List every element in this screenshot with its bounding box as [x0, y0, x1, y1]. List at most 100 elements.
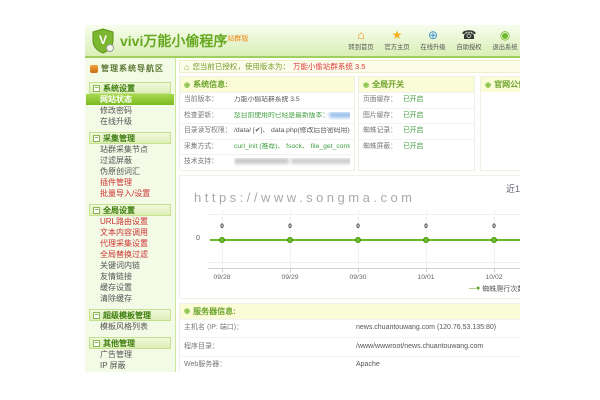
collapse-icon[interactable]: − — [93, 312, 100, 319]
section-other-management[interactable]: −其他管理 — [89, 337, 171, 349]
table-row: 检查更新：您目前使用的已经是最新版本： — [180, 108, 354, 124]
sidebar-item-text-content[interactable]: 文本内容调用 — [85, 227, 175, 238]
sidebar-item-filter-block[interactable]: 过滤屏蔽 — [85, 155, 175, 166]
collapse-icon[interactable]: − — [93, 207, 100, 214]
axis-tick — [494, 268, 495, 272]
x-tick-label: 10/02 — [485, 274, 502, 281]
admin-app-window: V vivi万能小偷程序站群版 ⌂ 转到首页 ★ 官方主页 ⊕ 在线升级 ☎ 自… — [85, 25, 520, 372]
row-value: curl_init (推荐)、 fsock、 file_get_contents — [234, 143, 350, 152]
legend-label: 蜘蛛爬行次数 — [482, 284, 520, 294]
toggle-page-cache[interactable]: 已开启 — [403, 96, 423, 105]
sidebar-item-online-upgrade[interactable]: 在线升级 — [85, 116, 175, 127]
sidebar-item-site-status[interactable]: 网站状态 — [86, 94, 174, 105]
x-tick-label: 10/01 — [417, 274, 434, 281]
toggle-spider-log[interactable]: 已开启 — [403, 127, 423, 136]
nav-upgrade-label: 在线升级 — [417, 43, 449, 52]
section-global-settings[interactable]: −全局设置 — [89, 204, 171, 216]
row-value: /www/wwwroot/news.chuantouwang.com — [356, 343, 483, 352]
row-label: 图片缓存： — [363, 112, 403, 121]
sidebar-item-ad-management[interactable]: 广告管理 — [85, 349, 175, 360]
system-info-header: ◉系统信息: — [180, 77, 354, 92]
gridline — [208, 214, 520, 215]
header-nav: ⌂ 转到首页 ★ 官方主页 ⊕ 在线升级 ☎ 自助授权 ◉ 退出系统 — [343, 28, 520, 52]
bullet-icon: ◉ — [363, 81, 369, 89]
toggle-spider-block[interactable]: 已开启 — [403, 143, 423, 152]
y-axis-zero-label: 0 — [196, 235, 200, 242]
announcement-title: 官网公告 — [494, 79, 520, 90]
nav-home-label: 转到首页 — [345, 43, 377, 52]
row-label: 技术支持： — [184, 158, 234, 167]
sidebar-item-clear-cache[interactable]: 清除缓存 — [85, 293, 175, 304]
row-label: 主机名 (IP: 端口)： — [184, 324, 356, 333]
row-value: 您目前使用的已经是最新版本： — [234, 112, 350, 121]
redacted-text — [329, 112, 350, 118]
sidebar-item-template-styles[interactable]: 模板风格列表 — [85, 321, 175, 332]
table-row: 图片缓存：已开启 — [359, 108, 474, 124]
auth-version-text: 万能小偷站群系统 3.5 — [293, 61, 366, 72]
section-label: 系统设置 — [103, 83, 135, 94]
sidebar-item-ip-block[interactable]: IP 屏蔽 — [85, 360, 175, 371]
sidebar-item-global-replace[interactable]: 全局替换过滤 — [85, 249, 175, 260]
point-dot — [287, 237, 293, 243]
row-label: 蜘蛛屏蔽： — [363, 143, 403, 152]
sidebar-item-keyword-links[interactable]: 关键词内链 — [85, 260, 175, 271]
nav-home[interactable]: ⌂ 转到首页 — [343, 28, 379, 52]
table-row: 目录读写权限：/data/ [✔]、 data.php(修改后台密码用) [✔]… — [180, 123, 354, 139]
redacted-text — [291, 158, 350, 164]
point-dot — [355, 237, 361, 243]
system-info-title: 系统信息: — [193, 79, 228, 90]
globe-icon: ⊕ — [415, 28, 451, 42]
table-row: 采集方式：curl_init (推荐)、 fsock、 file_get_con… — [180, 139, 354, 155]
x-tick-label: 09/30 — [349, 274, 366, 281]
row-value: /data/ [✔]、 data.php(修改后台密码用) [✔]、 根目录(在… — [234, 127, 350, 136]
section-collect-management[interactable]: −采集管理 — [89, 132, 171, 144]
sidebar-item-spider-block[interactable]: 蜘蛛屏蔽 — [85, 371, 175, 372]
auth-status-bar: ⌂ 您当前已授权，使用版本为：万能小偷站群系统 3.5 — [179, 60, 520, 73]
rss-icon: ◉ — [487, 28, 520, 42]
sidebar-item-proxy-collect[interactable]: 代理采集设置 — [85, 238, 175, 249]
axis-tick — [290, 268, 291, 272]
point-value: 0 — [220, 223, 224, 230]
collapse-icon[interactable]: − — [93, 85, 100, 92]
system-info-panel: ◉系统信息: 当前版本：万能小偷站群系统 3.5 检查更新：您目前使用的已经是最… — [179, 76, 355, 171]
toggle-image-cache[interactable]: 已开启 — [403, 112, 423, 121]
announcement-panel: ◉官网公告 — [480, 76, 520, 171]
row-label: 页面缓存： — [363, 96, 403, 105]
chart-legend: —●蜘蛛爬行次数 — [469, 284, 520, 294]
sidebar-item-pseudo-original[interactable]: 伪原创词汇 — [85, 166, 175, 177]
section-label: 采集管理 — [103, 133, 135, 144]
sidebar-item-collect-nodes[interactable]: 站群采集节点 — [85, 144, 175, 155]
phone-icon: ☎ — [451, 28, 487, 42]
axis-tick — [222, 268, 223, 272]
sidebar-item-change-password[interactable]: 修改密码 — [85, 105, 175, 116]
app-title: vivi万能小偷程序站群版 — [120, 31, 248, 51]
row-label: 当前版本： — [184, 96, 234, 105]
section-system-settings[interactable]: −系统设置 — [89, 82, 171, 94]
section-template-management[interactable]: −超级模板管理 — [89, 309, 171, 321]
global-switches-title: 全局开关 — [372, 79, 404, 90]
sidebar-item-cache-settings[interactable]: 缓存设置 — [85, 282, 175, 293]
spider-crawl-chart: 近15天蜘蛛爬行统计 https://www.songma.com 0 009/… — [179, 175, 520, 299]
redacted-text — [234, 158, 289, 164]
nav-logout[interactable]: ◉ 退出系统 — [487, 28, 520, 52]
chart-title: 近15天蜘蛛爬行统计 — [506, 182, 520, 195]
sidebar-item-plugin-management[interactable]: 插件管理 — [85, 177, 175, 188]
axis-tick — [358, 268, 359, 272]
table-row: 主机名 (IP: 端口)：news.chuantouwang.com (120.… — [180, 319, 520, 338]
collapse-icon[interactable]: − — [93, 340, 100, 347]
table-row: 页面缓存：已开启 — [359, 92, 474, 108]
sidebar-item-batch-import[interactable]: 批量导入/设置 — [85, 188, 175, 199]
collapse-icon[interactable]: − — [93, 135, 100, 142]
nav-self-license[interactable]: ☎ 自助授权 — [451, 28, 487, 52]
table-row: 当前版本：万能小偷站群系统 3.5 — [180, 92, 354, 108]
bullet-icon: ◉ — [184, 307, 190, 315]
nav-official-site[interactable]: ★ 官方主页 — [379, 28, 415, 52]
table-row: Web服务器：Apache — [180, 356, 520, 373]
nav-online-upgrade[interactable]: ⊕ 在线升级 — [415, 28, 451, 52]
server-info-header: ◉服务器信息: — [180, 304, 520, 319]
section-label: 其他管理 — [103, 338, 135, 349]
sidebar-item-url-route[interactable]: URL路由设置 — [85, 216, 175, 227]
bullet-icon: ◉ — [184, 81, 190, 89]
home-icon: ⌂ — [343, 28, 379, 42]
sidebar-item-friend-links[interactable]: 友情链接 — [85, 271, 175, 282]
